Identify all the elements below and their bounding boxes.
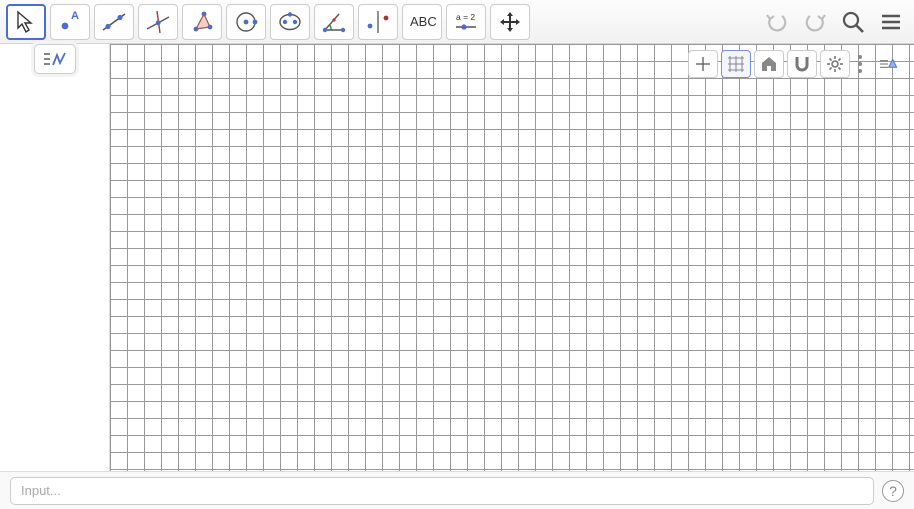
undo-button[interactable] — [760, 5, 794, 39]
style-bar-toggle[interactable] — [870, 50, 906, 78]
svg-text:a = 2: a = 2 — [456, 12, 475, 22]
move-tool[interactable] — [6, 4, 46, 40]
text-tool[interactable]: ABC — [402, 4, 442, 40]
snap-button[interactable] — [787, 50, 817, 78]
more-button[interactable] — [853, 55, 867, 73]
settings-button[interactable] — [820, 50, 850, 78]
algebra-view[interactable] — [0, 44, 110, 471]
svg-text:ABC: ABC — [410, 14, 437, 29]
search-button[interactable] — [836, 5, 870, 39]
reflect-tool[interactable] — [358, 4, 398, 40]
help-button[interactable]: ? — [882, 480, 904, 502]
main-toolbar: A ABC a = 2 — [0, 0, 914, 44]
svg-text:A: A — [71, 10, 79, 22]
redo-button[interactable] — [798, 5, 832, 39]
grid-toggle[interactable] — [721, 50, 751, 78]
angle-tool[interactable] — [314, 4, 354, 40]
input-field[interactable] — [10, 477, 874, 505]
algebra-view-toggle[interactable] — [34, 44, 76, 74]
polygon-tool[interactable] — [182, 4, 222, 40]
line-tool[interactable] — [94, 4, 134, 40]
axes-toggle[interactable] — [688, 50, 718, 78]
point-tool[interactable]: A — [50, 4, 90, 40]
slider-tool[interactable]: a = 2 — [446, 4, 486, 40]
app-root: A ABC a = 2 — [0, 0, 914, 509]
graphics-view[interactable] — [110, 44, 914, 471]
move-graphics-tool[interactable] — [490, 4, 530, 40]
home-button[interactable] — [754, 50, 784, 78]
menu-button[interactable] — [874, 5, 908, 39]
perpendicular-line-tool[interactable] — [138, 4, 178, 40]
input-bar: ? — [0, 471, 914, 509]
graphics-controls — [686, 48, 908, 80]
ellipse-tool[interactable] — [270, 4, 310, 40]
main-area — [0, 44, 914, 471]
circle-tool[interactable] — [226, 4, 266, 40]
